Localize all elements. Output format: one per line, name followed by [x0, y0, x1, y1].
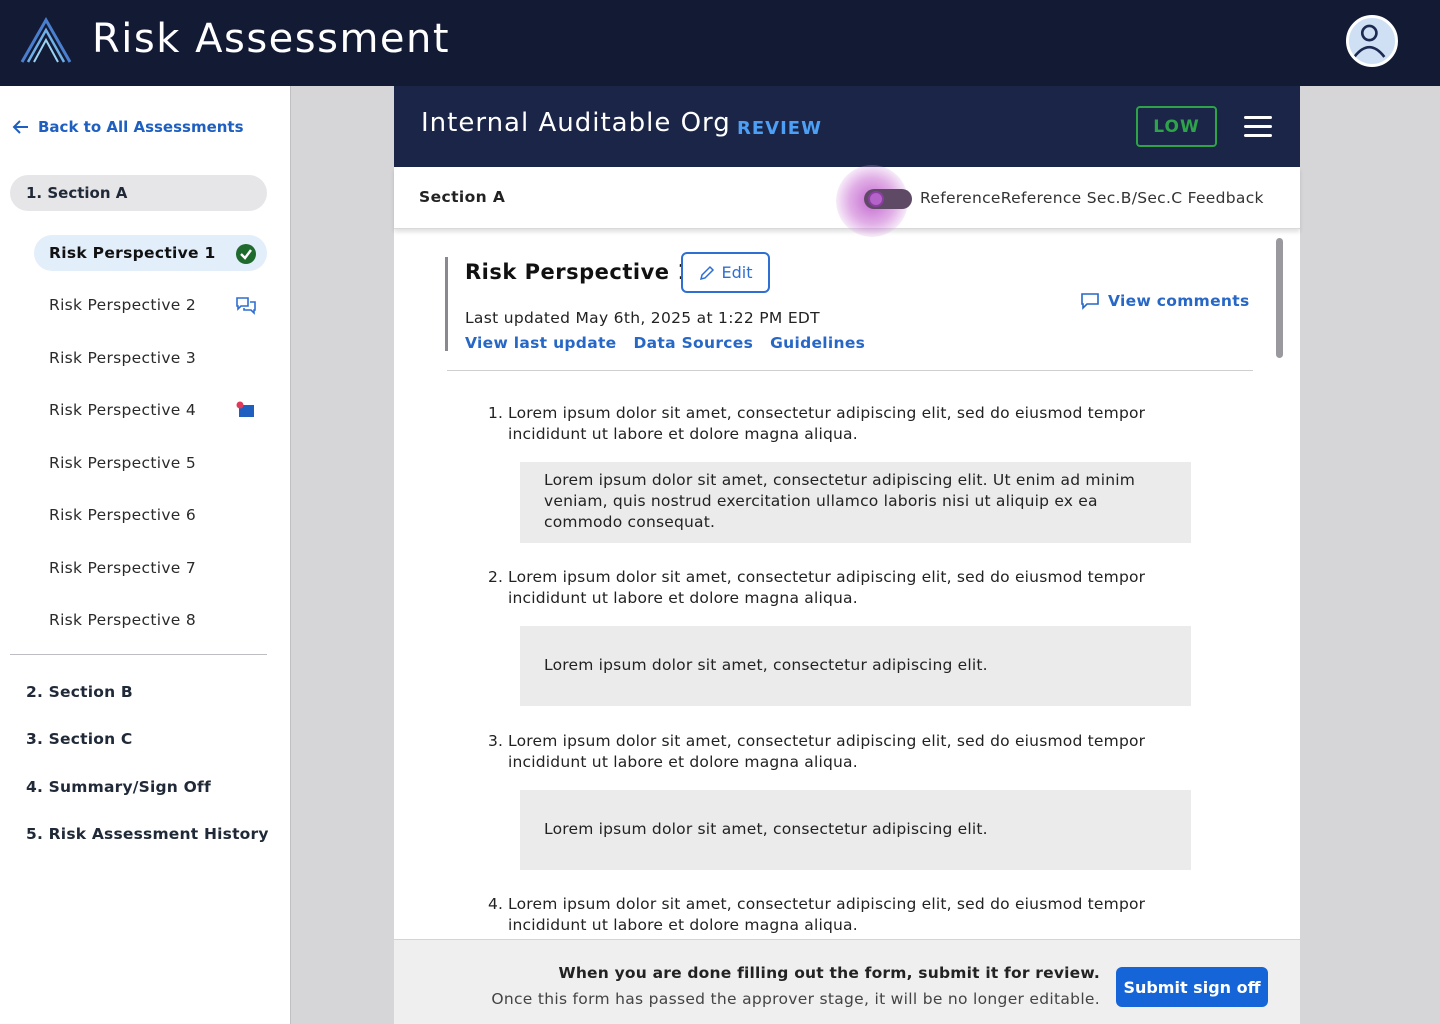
sidebar-item-label: Risk Perspective 1 [49, 244, 216, 262]
back-link-label: Back to All Assessments [38, 118, 244, 136]
user-icon [1353, 24, 1386, 58]
question-3: 3. Lorem ipsum dolor sit amet, consectet… [488, 731, 1188, 773]
toggle-label: ReferenceReference Sec.B/Sec.C Feedback [920, 189, 1264, 207]
panel-header: Internal Auditable Org REVIEW LOW [394, 86, 1300, 167]
app-header: Risk Assessment [0, 0, 1440, 86]
guidelines-link[interactable]: Guidelines [770, 334, 865, 352]
comment-icon [1081, 293, 1099, 310]
last-updated-text: Last updated May 6th, 2025 at 1:22 PM ED… [465, 309, 820, 327]
answer-1: Lorem ipsum dolor sit amet, consectetur … [520, 462, 1191, 543]
sidebar-item-risk-perspective-2[interactable]: Risk Perspective 2 [34, 287, 267, 323]
sidebar-item-risk-perspective-6[interactable]: Risk Perspective 6 [34, 497, 267, 533]
question-text: Lorem ipsum dolor sit amet, consectetur … [508, 895, 1146, 934]
pencil-icon [699, 265, 714, 280]
sidebar-item-label: Risk Perspective 8 [49, 611, 197, 629]
sidebar-item-label: Risk Perspective 6 [49, 506, 197, 524]
question-number: 2. [488, 568, 504, 586]
flag-icon [236, 401, 254, 417]
menu-icon-bar [1244, 125, 1272, 128]
comments-icon [236, 297, 256, 315]
sidebar-section-a[interactable]: 1. Section A [10, 175, 267, 211]
sidebar-item-risk-perspective-8[interactable]: Risk Perspective 8 [34, 602, 267, 638]
sidebar-item-risk-perspective-3[interactable]: Risk Perspective 3 [34, 340, 267, 376]
section-title: Section A [419, 188, 506, 206]
sidebar-item-label: Risk Perspective 3 [49, 349, 197, 367]
user-avatar[interactable] [1346, 15, 1398, 67]
answer-2: Lorem ipsum dolor sit amet, consectetur … [520, 626, 1191, 706]
submit-sign-off-button[interactable]: Submit sign off [1116, 967, 1268, 1007]
answer-3: Lorem ipsum dolor sit amet, consectetur … [520, 790, 1191, 870]
back-to-assessments-link[interactable]: Back to All Assessments [12, 118, 244, 136]
risk-perspective-title: Risk Perspective 1 [465, 260, 693, 284]
sidebar-item-label: Risk Perspective 5 [49, 454, 197, 472]
question-2: 2. Lorem ipsum dolor sit amet, consectet… [488, 567, 1188, 609]
arrow-left-icon [12, 120, 28, 134]
question-number: 4. [488, 895, 504, 913]
footer-instruction: When you are done filling out the form, … [558, 964, 1100, 982]
header-links: View last update Data Sources Guidelines [465, 334, 865, 352]
risk-perspective-header: Risk Perspective 1 Edit Last updated May… [445, 252, 1253, 352]
sidebar-item-label: Risk Perspective 2 [49, 296, 197, 314]
org-title: Internal Auditable Org [421, 108, 731, 138]
menu-icon-bar [1244, 134, 1272, 137]
sidebar-item-risk-perspective-1[interactable]: Risk Perspective 1 [34, 235, 267, 271]
edit-button[interactable]: Edit [681, 252, 770, 293]
view-comments-label: View comments [1108, 292, 1250, 310]
risk-level-badge: LOW [1136, 106, 1217, 147]
question-number: 1. [488, 404, 504, 422]
toggle-knob [868, 191, 884, 207]
menu-icon [1244, 116, 1272, 119]
form-content[interactable]: Risk Perspective 1 Edit Last updated May… [394, 229, 1300, 939]
sidebar-item-label: Risk Perspective 7 [49, 559, 197, 577]
sidebar-item-risk-perspective-4[interactable]: Risk Perspective 4 [34, 392, 267, 428]
assessment-panel: Internal Auditable Org REVIEW LOW Sectio… [394, 86, 1300, 1024]
scrollbar-thumb[interactable] [1276, 238, 1283, 358]
question-text: Lorem ipsum dolor sit amet, consectetur … [508, 568, 1146, 607]
sidebar-divider [10, 654, 267, 655]
sidebar-item-risk-perspective-5[interactable]: Risk Perspective 5 [34, 445, 267, 481]
submit-footer: When you are done filling out the form, … [394, 939, 1300, 1024]
data-sources-link[interactable]: Data Sources [633, 334, 753, 352]
question-4: 4. Lorem ipsum dolor sit amet, consectet… [488, 894, 1188, 936]
view-last-update-link[interactable]: View last update [465, 334, 616, 352]
sidebar-summary-sign-off[interactable]: 4. Summary/Sign Off [26, 778, 211, 796]
sidebar-section-b[interactable]: 2. Section B [26, 683, 133, 701]
sidebar-item-risk-perspective-7[interactable]: Risk Perspective 7 [34, 550, 267, 586]
hamburger-menu-button[interactable] [1242, 112, 1274, 140]
check-circle-icon [236, 244, 256, 264]
sidebar: Back to All Assessments 1. Section A Ris… [0, 86, 291, 1024]
sidebar-risk-assessment-history[interactable]: 5. Risk Assessment History [26, 825, 269, 843]
reference-feedback-toggle[interactable] [864, 189, 912, 209]
logo-icon [20, 16, 72, 63]
question-number: 3. [488, 732, 504, 750]
header-divider [447, 370, 1253, 371]
sidebar-item-label: Risk Perspective 4 [49, 401, 197, 419]
question-1: 1. Lorem ipsum dolor sit amet, consectet… [488, 403, 1188, 445]
question-text: Lorem ipsum dolor sit amet, consectetur … [508, 732, 1146, 771]
app-title: Risk Assessment [92, 16, 451, 62]
edit-button-label: Edit [721, 263, 753, 282]
view-comments-link[interactable]: View comments [1080, 292, 1250, 310]
status-tag: REVIEW [737, 118, 822, 139]
question-text: Lorem ipsum dolor sit amet, consectetur … [508, 404, 1146, 443]
section-subbar: Section A ReferenceReference Sec.B/Sec.C… [394, 165, 1300, 237]
sidebar-section-c[interactable]: 3. Section C [26, 730, 133, 748]
footer-note: Once this form has passed the approver s… [491, 990, 1100, 1008]
